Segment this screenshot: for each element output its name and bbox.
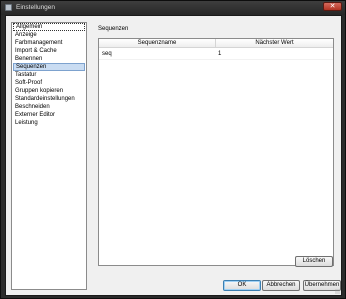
column-header-sequence-name[interactable]: Sequenzname <box>99 39 216 48</box>
sidebar-item-beschneiden[interactable]: Beschneiden <box>13 103 85 111</box>
sidebar-item-anzeige[interactable]: Anzeige <box>13 31 85 39</box>
title-bar[interactable]: Einstellungen ✕ <box>1 1 345 15</box>
cell-sequence-name[interactable]: seq <box>102 50 112 59</box>
preferences-window: Einstellungen ✕ Allgemein Anzeige Farbma… <box>0 0 346 299</box>
sequences-table[interactable]: Sequenzname Nächster Wert seq 1 <box>98 38 334 266</box>
sidebar-item-sequenzen[interactable]: Sequenzen <box>13 63 85 71</box>
app-icon <box>5 4 12 11</box>
sidebar-item-gruppen-kopieren[interactable]: Gruppen kopieren <box>13 87 85 95</box>
delete-button[interactable]: Löschen <box>295 256 333 267</box>
sidebar-item-benennen[interactable]: Benennen <box>13 55 85 63</box>
sidebar-item-allgemein[interactable]: Allgemein <box>13 23 85 31</box>
close-button[interactable]: ✕ <box>323 2 342 11</box>
sidebar-item-externer-editor[interactable]: Externer Editor <box>13 111 85 119</box>
ok-button[interactable]: OK <box>223 280 261 291</box>
table-header: Sequenzname Nächster Wert <box>99 39 333 48</box>
cancel-button[interactable]: Abbrechen <box>262 280 300 291</box>
section-title: Sequenzen <box>98 26 129 32</box>
sidebar-item-farbmanagement[interactable]: Farbmanagement <box>13 39 85 47</box>
sidebar-item-tastatur[interactable]: Tastatur <box>13 71 85 79</box>
dialog-body: Allgemein Anzeige Farbmanagement Import … <box>5 15 342 296</box>
sidebar-item-leistung[interactable]: Leistung <box>13 119 85 127</box>
column-header-next-value[interactable]: Nächster Wert <box>216 39 333 48</box>
cell-next-value[interactable]: 1 <box>218 50 221 59</box>
sidebar-item-soft-proof[interactable]: Soft-Proof <box>13 79 85 87</box>
sidebar-item-standardeinstellungen[interactable]: Standardeinstellungen <box>13 95 85 103</box>
resize-grip-icon[interactable] <box>335 289 340 294</box>
table-row[interactable]: seq 1 <box>99 50 333 60</box>
window-title: Einstellungen <box>16 4 56 11</box>
sidebar-item-import-cache[interactable]: Import & Cache <box>13 47 85 55</box>
category-list[interactable]: Allgemein Anzeige Farbmanagement Import … <box>11 22 87 290</box>
